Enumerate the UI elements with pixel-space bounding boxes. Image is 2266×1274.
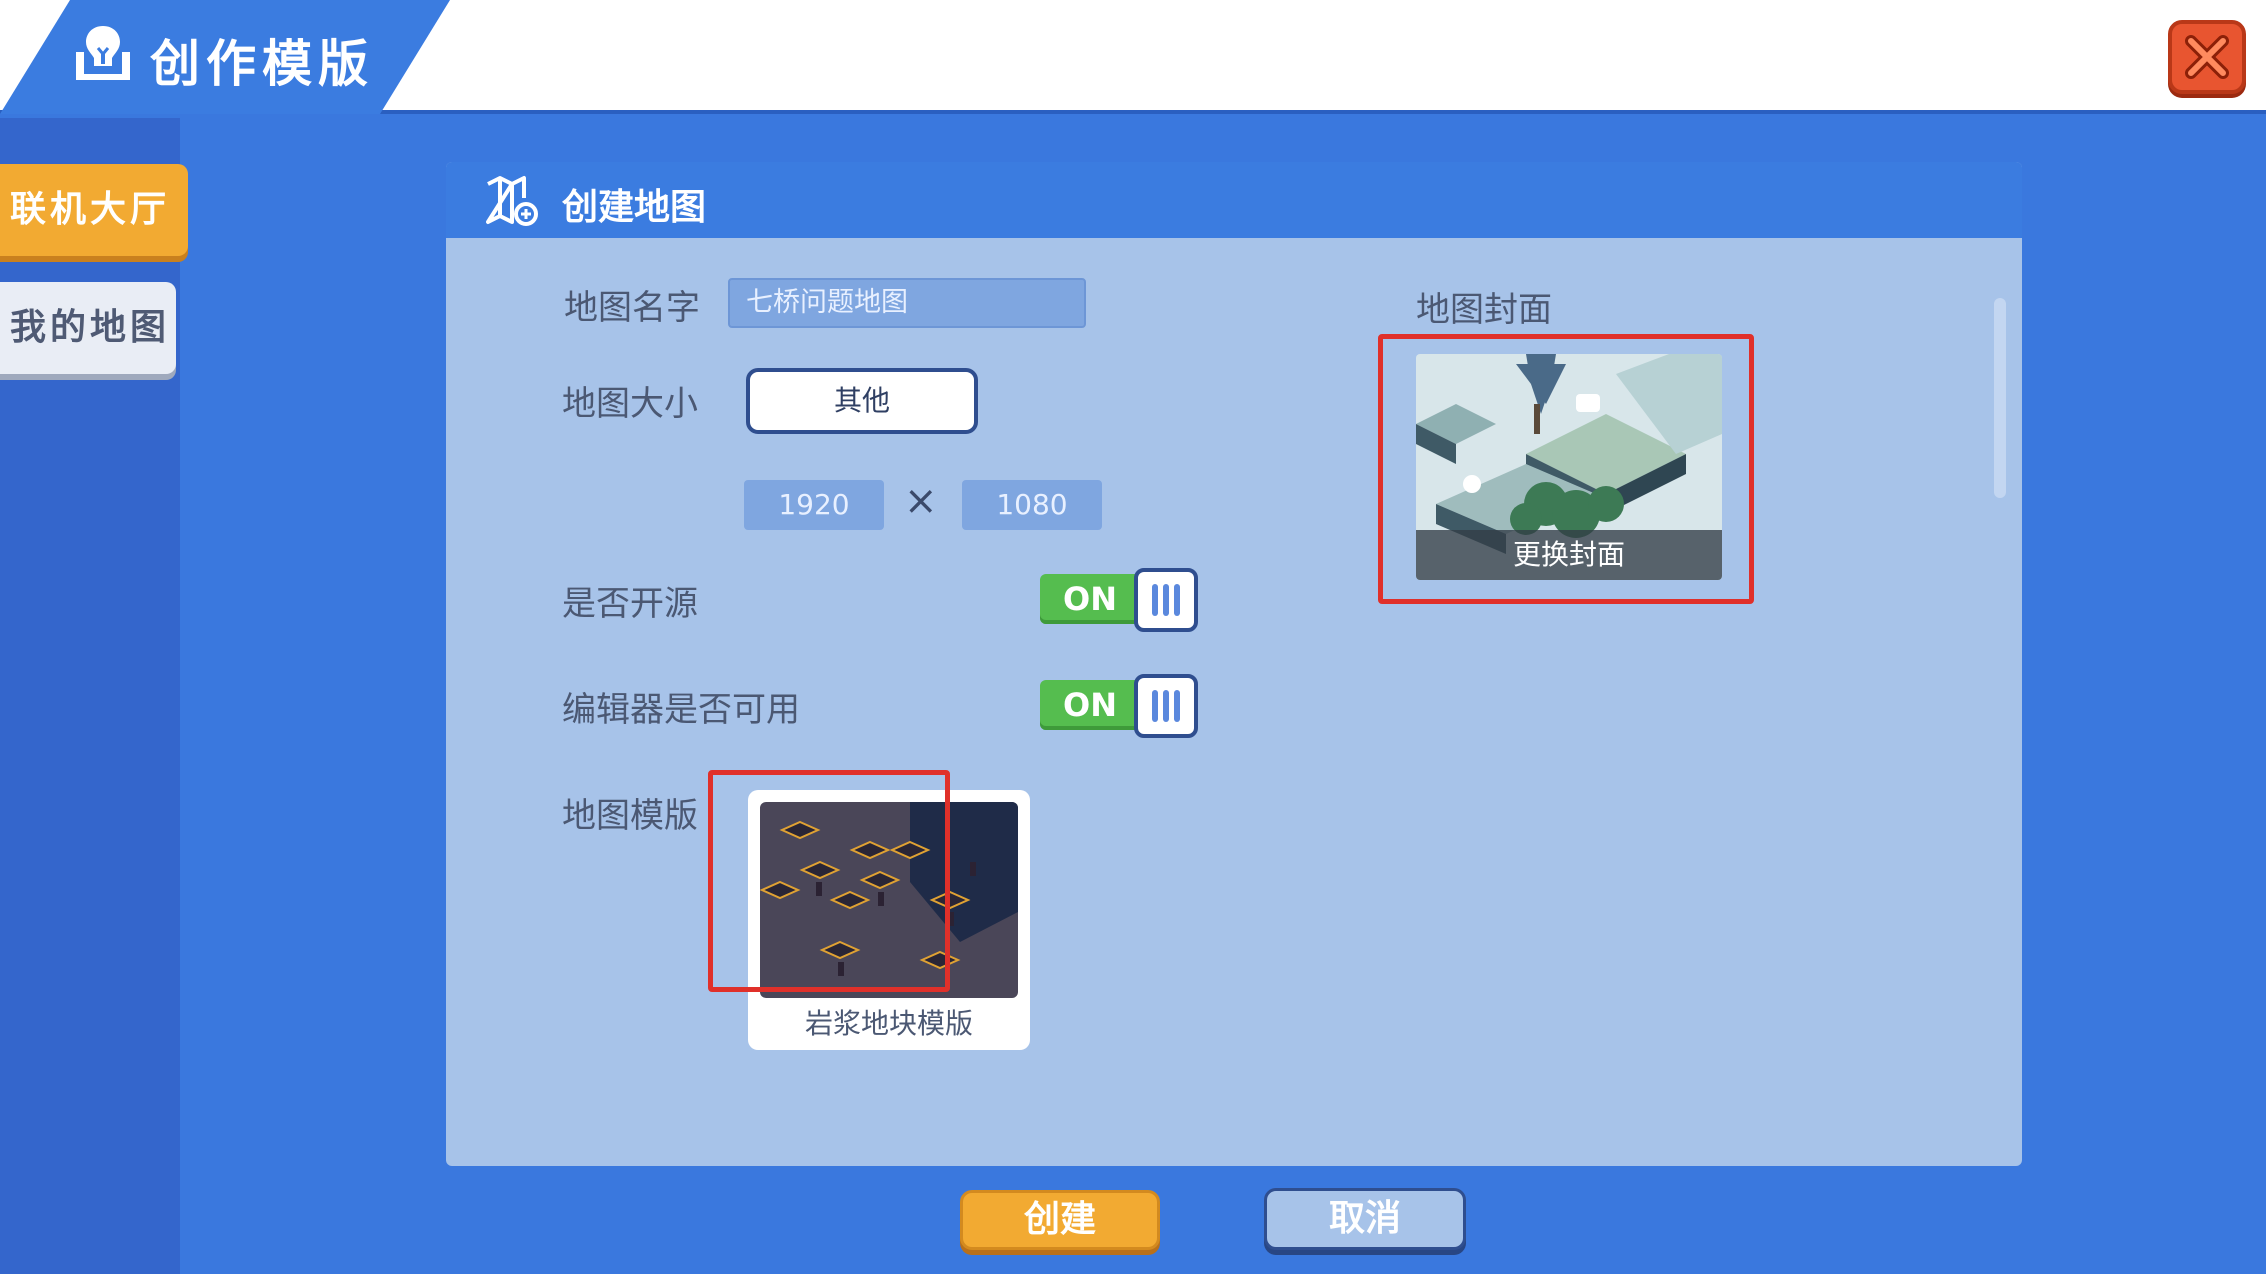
- map-add-icon: [486, 176, 538, 226]
- map-name-input[interactable]: 七桥问题地图: [728, 278, 1086, 328]
- highlight-frame-cover: [1378, 334, 1754, 604]
- map-size-label: 地图大小: [562, 384, 698, 424]
- toggle-on-label: ON: [1040, 574, 1140, 624]
- close-icon: [2185, 35, 2229, 79]
- toggle-knob: [1134, 568, 1198, 632]
- editor-available-toggle[interactable]: ON: [1040, 674, 1198, 738]
- map-name-label: 地图名字: [564, 288, 700, 328]
- map-width-input[interactable]: 1920: [744, 480, 884, 530]
- top-bar: 创作模版: [0, 0, 2266, 114]
- cancel-button[interactable]: 取消: [1264, 1188, 1466, 1250]
- lightbulb-book-icon: [76, 26, 130, 80]
- toggle-knob: [1134, 674, 1198, 738]
- map-size-select[interactable]: 其他: [746, 368, 978, 434]
- sidebar-item-my-maps[interactable]: 我的地图: [0, 282, 176, 374]
- close-button[interactable]: [2168, 20, 2246, 94]
- times-symbol: ×: [904, 478, 938, 524]
- template-name: 岩浆地块模版: [804, 1007, 973, 1040]
- map-height-input[interactable]: 1080: [962, 480, 1102, 530]
- dialog-title: 创建地图: [562, 187, 707, 228]
- create-map-dialog: 创建地图 地图名字 七桥问题地图 地图大小 其他 1920 × 1080 是否开…: [446, 162, 2022, 1166]
- create-button[interactable]: 创建: [960, 1190, 1160, 1250]
- map-template-label: 地图模版: [562, 796, 698, 836]
- sidebar-item-lobby[interactable]: 联机大厅: [0, 164, 188, 256]
- highlight-frame-template: [708, 770, 950, 992]
- sidebar: 联机大厅 我的地图: [0, 118, 188, 1274]
- dialog-scrollbar[interactable]: [1994, 298, 2006, 498]
- toggle-on-label: ON: [1040, 680, 1140, 730]
- open-source-label: 是否开源: [562, 584, 698, 624]
- map-cover-label: 地图封面: [1416, 290, 1552, 330]
- sidebar-item-label: 我的地图: [10, 307, 171, 348]
- page-title: 创作模版: [150, 35, 374, 93]
- dialog-header: 创建地图: [446, 162, 2022, 238]
- sidebar-item-label: 联机大厅: [10, 189, 171, 230]
- open-source-toggle[interactable]: ON: [1040, 568, 1198, 632]
- editor-available-label: 编辑器是否可用: [562, 690, 800, 730]
